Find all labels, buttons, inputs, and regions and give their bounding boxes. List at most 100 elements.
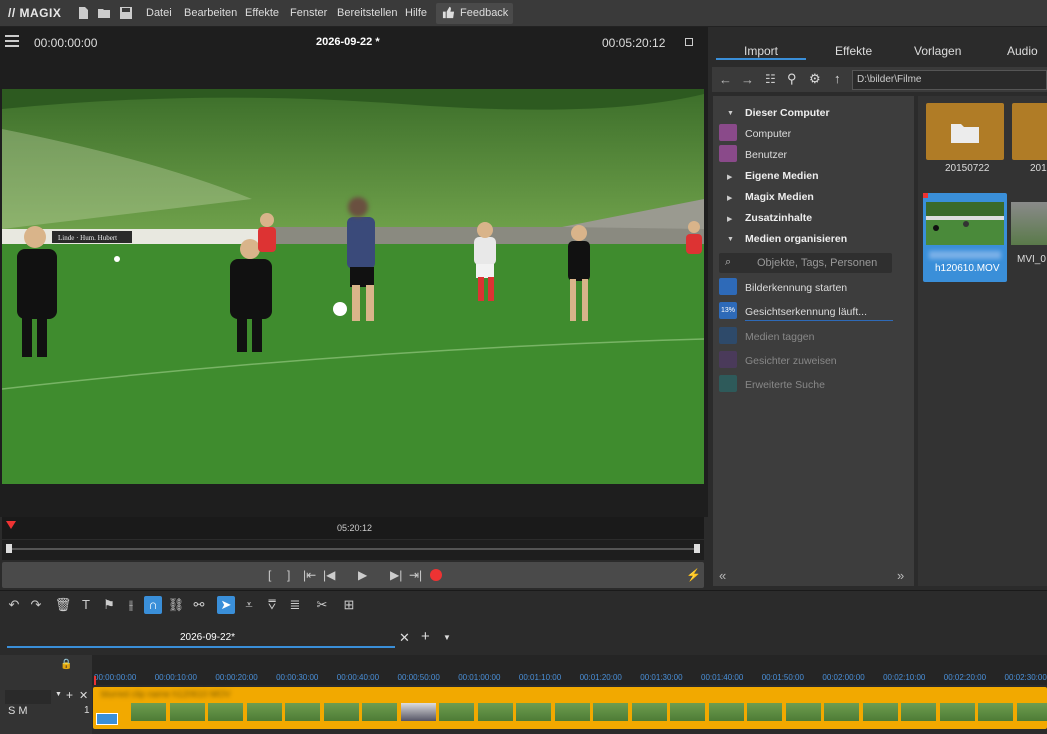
pointer-tool-icon[interactable]: ➤: [217, 596, 235, 614]
progress-underline: [745, 320, 893, 321]
marker-flag-icon[interactable]: ⚑: [100, 596, 118, 614]
timeline-tick-label: 00:01:30:00: [640, 673, 683, 682]
unlink-icon[interactable]: ⚯: [190, 596, 208, 614]
settings-gear-icon[interactable]: ⚙: [809, 71, 821, 87]
ripple-single-icon[interactable]: ⩡: [240, 596, 258, 614]
tree-view-icon[interactable]: ☷: [765, 72, 776, 86]
add-track-icon[interactable]: +: [66, 688, 73, 702]
previous-marker-icon[interactable]: |◀: [323, 567, 335, 583]
timeline-tab-title[interactable]: 2026-09-22*: [180, 632, 235, 643]
back-arrow-icon[interactable]: ←: [719, 72, 732, 87]
collapse-arrow-icon[interactable]: ▼: [727, 236, 734, 243]
expand-arrow-icon[interactable]: ▶: [727, 215, 732, 223]
folder-thumb[interactable]: [926, 103, 1004, 160]
range-start-handle[interactable]: [6, 544, 12, 553]
save-icon[interactable]: [119, 6, 133, 20]
menu-bearbeiten[interactable]: Bearbeiten: [184, 7, 237, 19]
expand-arrow-icon[interactable]: ▶: [727, 194, 732, 202]
tab-import[interactable]: Import: [744, 44, 778, 58]
video-thumb-selected[interactable]: h120610.MOV: [923, 193, 1007, 282]
playhead-marker[interactable]: [6, 521, 16, 529]
tab-vorlagen[interactable]: Vorlagen: [914, 44, 961, 58]
close-tab-icon[interactable]: ✕: [399, 630, 410, 646]
video-clip[interactable]: blurred clip name h120610 MOV: [93, 687, 1047, 729]
menu-datei[interactable]: Datei: [146, 7, 172, 19]
redo-icon[interactable]: ↷: [27, 596, 45, 614]
video-file-name[interactable]: MVI_0: [1017, 254, 1046, 265]
lightning-icon[interactable]: ⚡: [686, 567, 701, 583]
tab-dropdown-icon[interactable]: ▼: [443, 633, 451, 642]
track-number: 1: [84, 705, 90, 716]
clip-frame-thumbnail: [939, 703, 975, 721]
tag-search-input[interactable]: ⌕ Objekte, Tags, Personen: [719, 253, 892, 273]
ripple-tracks-icon[interactable]: ≣: [286, 596, 304, 614]
menu-effekte[interactable]: Effekte: [245, 7, 279, 19]
jump-to-in-icon[interactable]: |⇤: [303, 567, 316, 583]
mark-in-icon[interactable]: [: [268, 567, 271, 583]
forward-arrow-icon[interactable]: →: [741, 72, 754, 87]
new-file-icon[interactable]: [76, 6, 90, 20]
tab-effekte[interactable]: Effekte: [835, 44, 872, 58]
play-icon[interactable]: ▶: [358, 567, 367, 583]
preview-ruler[interactable]: 05:20:12: [2, 517, 704, 539]
record-icon[interactable]: [430, 569, 442, 581]
track-dropdown-icon[interactable]: ▼: [55, 691, 62, 698]
remove-track-icon[interactable]: ✕: [79, 689, 88, 702]
expand-panel-icon[interactable]: »: [897, 568, 904, 583]
link-icon[interactable]: ⛓: [167, 596, 185, 614]
split-icon[interactable]: ⫲: [122, 596, 140, 614]
search-icon[interactable]: ⚲: [787, 71, 797, 87]
menu-fenster[interactable]: Fenster: [290, 7, 327, 19]
tree-item-computer[interactable]: Computer: [745, 128, 791, 140]
folder-name[interactable]: 20150722: [945, 163, 990, 174]
track-solo-mute[interactable]: S M: [8, 705, 28, 717]
magnet-snap-icon[interactable]: ∩: [144, 596, 162, 614]
tab-audio[interactable]: Audio: [1007, 44, 1038, 58]
lock-icon[interactable]: 🔒: [60, 659, 72, 670]
ripple-all-icon[interactable]: ⩢: [263, 596, 281, 614]
scrub-bar[interactable]: [2, 540, 704, 560]
delete-icon[interactable]: 🗑: [54, 596, 72, 614]
menu-bereitstellen[interactable]: Bereitstellen: [337, 7, 398, 19]
track-name-field[interactable]: [5, 690, 51, 704]
clip-frame-thumbnail: [323, 703, 359, 721]
folder-thumb[interactable]: [1012, 103, 1047, 160]
tree-item-benutzer[interactable]: Benutzer: [745, 149, 787, 161]
feedback-button[interactable]: Feedback: [436, 3, 513, 24]
current-timecode: 00:00:00:00: [34, 36, 98, 50]
menu-hilfe[interactable]: Hilfe: [405, 7, 427, 19]
fullscreen-icon[interactable]: [685, 38, 693, 46]
video-thumbnail: [926, 202, 1004, 245]
cut-tool-icon[interactable]: ✂: [313, 596, 331, 614]
video-thumb[interactable]: [1011, 202, 1047, 245]
mark-out-icon[interactable]: ]: [287, 567, 290, 583]
hamburger-menu-icon[interactable]: [5, 35, 19, 47]
jump-to-out-icon[interactable]: ⇥|: [409, 567, 422, 583]
next-marker-icon[interactable]: ▶|: [390, 567, 402, 583]
up-arrow-icon[interactable]: ↑: [834, 71, 841, 86]
clip-frame-thumbnail: [477, 703, 513, 721]
collapse-panel-icon[interactable]: «: [719, 568, 726, 583]
tree-item-eigene-medien[interactable]: Eigene Medien: [745, 170, 819, 182]
title-text-icon[interactable]: T: [77, 596, 95, 614]
folder-icon: [951, 124, 979, 143]
tree-item-zusatzinhalte[interactable]: Zusatzinhalte: [745, 212, 812, 224]
tree-item-medien-organisieren[interactable]: Medien organisieren: [745, 233, 847, 245]
range-end-handle[interactable]: [694, 544, 700, 553]
folder-name[interactable]: 2015: [1030, 163, 1047, 174]
clip-fx-icon[interactable]: [96, 713, 118, 725]
action-gesichtserkennung[interactable]: Gesichtserkennung läuft...: [745, 306, 867, 318]
path-field[interactable]: D:\bilder\Filme: [852, 70, 1047, 90]
tree-item-magix-medien[interactable]: Magix Medien: [745, 191, 814, 203]
total-timecode: 00:05:20:12: [602, 36, 666, 50]
zoom-fit-icon[interactable]: ⊞: [340, 596, 358, 614]
action-bilderkennung[interactable]: Bilderkennung starten: [745, 282, 847, 294]
collapse-arrow-icon[interactable]: ▼: [727, 110, 734, 117]
expand-arrow-icon[interactable]: ▶: [727, 173, 732, 181]
tree-item-dieser-computer[interactable]: Dieser Computer: [745, 107, 830, 119]
add-tab-icon[interactable]: +: [421, 628, 430, 645]
video-frame[interactable]: Linde · Hum. Hubert: [2, 89, 704, 484]
undo-icon[interactable]: ↶: [5, 596, 23, 614]
scrub-track: [8, 548, 698, 550]
open-folder-icon[interactable]: [97, 6, 111, 20]
